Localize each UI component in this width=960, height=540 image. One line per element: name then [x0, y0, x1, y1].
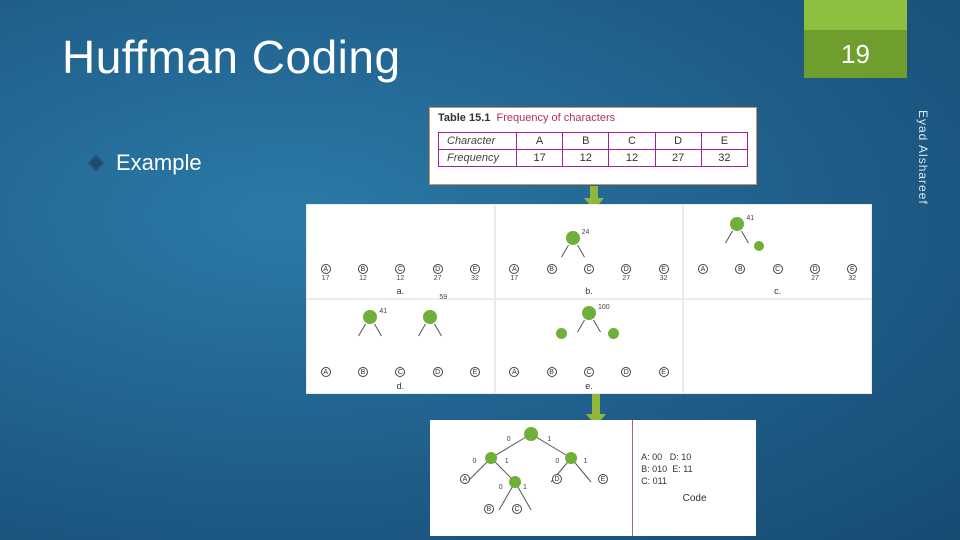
- page-number-badge: 19: [804, 30, 907, 78]
- col-D: D: [655, 133, 701, 150]
- step-c: 41 A B C D27 E32 c.: [683, 204, 872, 299]
- sub-node: [754, 241, 764, 251]
- arrow-down-icon: [590, 186, 598, 200]
- final-tree-panel: 0 1 0 1 0 1 0 1 A D E B C A: 00 D: 10 B:…: [430, 420, 756, 536]
- col-A: A: [517, 133, 563, 150]
- author-name: Eyad Alshareef: [916, 110, 930, 205]
- slide-title: Huffman Coding: [62, 30, 401, 84]
- accent-strip: [804, 0, 907, 30]
- step-a: A17 B12 C12 D27 E32 a.: [306, 204, 495, 299]
- root-node: [582, 306, 596, 320]
- step-b: 24 A17 B C D27 E32 b.: [495, 204, 684, 299]
- code-row: C: 011: [641, 476, 748, 486]
- table-number: Table 15.1: [438, 112, 490, 124]
- step-e: 100 A B C D E e.: [495, 299, 684, 394]
- bullet-label: Example: [116, 150, 202, 176]
- val-D: 27: [655, 150, 701, 167]
- code-row: A: 00 D: 10: [641, 452, 748, 462]
- table-title: Frequency of characters: [497, 112, 616, 124]
- huffman-steps: A17 B12 C12 D27 E32 a. 24 A17 B C D27 E3…: [306, 204, 872, 394]
- empty-cell: [683, 299, 872, 394]
- val-B: 12: [563, 150, 609, 167]
- title-wrap: Huffman Coding: [62, 30, 401, 84]
- arrow-down-icon: [592, 394, 600, 416]
- merge-node: [730, 217, 744, 231]
- step-d: 41 59 A B C D E d.: [306, 299, 495, 394]
- merge-node: [566, 231, 580, 245]
- code-table: A: 00 D: 10 B: 010 E: 11 C: 011 Code: [632, 420, 756, 536]
- row-header: Frequency: [439, 150, 517, 167]
- val-E: 32: [701, 150, 747, 167]
- code-row: B: 010 E: 11: [641, 464, 748, 474]
- bullet-item: Example: [90, 150, 202, 176]
- frequency-table: Table 15.1 Frequency of characters Chara…: [430, 108, 756, 184]
- final-tree: 0 1 0 1 0 1 0 1 A D E B C: [430, 420, 632, 536]
- col-C: C: [609, 133, 655, 150]
- diamond-icon: [88, 155, 105, 172]
- row-header: Character: [439, 133, 517, 150]
- code-title: Code: [641, 493, 748, 504]
- col-E: E: [701, 133, 747, 150]
- col-B: B: [563, 133, 609, 150]
- val-A: 17: [517, 150, 563, 167]
- table-caption: Table 15.1 Frequency of characters: [438, 112, 615, 124]
- node41: [363, 310, 377, 324]
- freq-table-grid: Character A B C D E Frequency 17 12 12 2…: [438, 132, 748, 167]
- node59: [423, 310, 437, 324]
- final-leaves: A D E: [436, 474, 626, 484]
- val-C: 12: [609, 150, 655, 167]
